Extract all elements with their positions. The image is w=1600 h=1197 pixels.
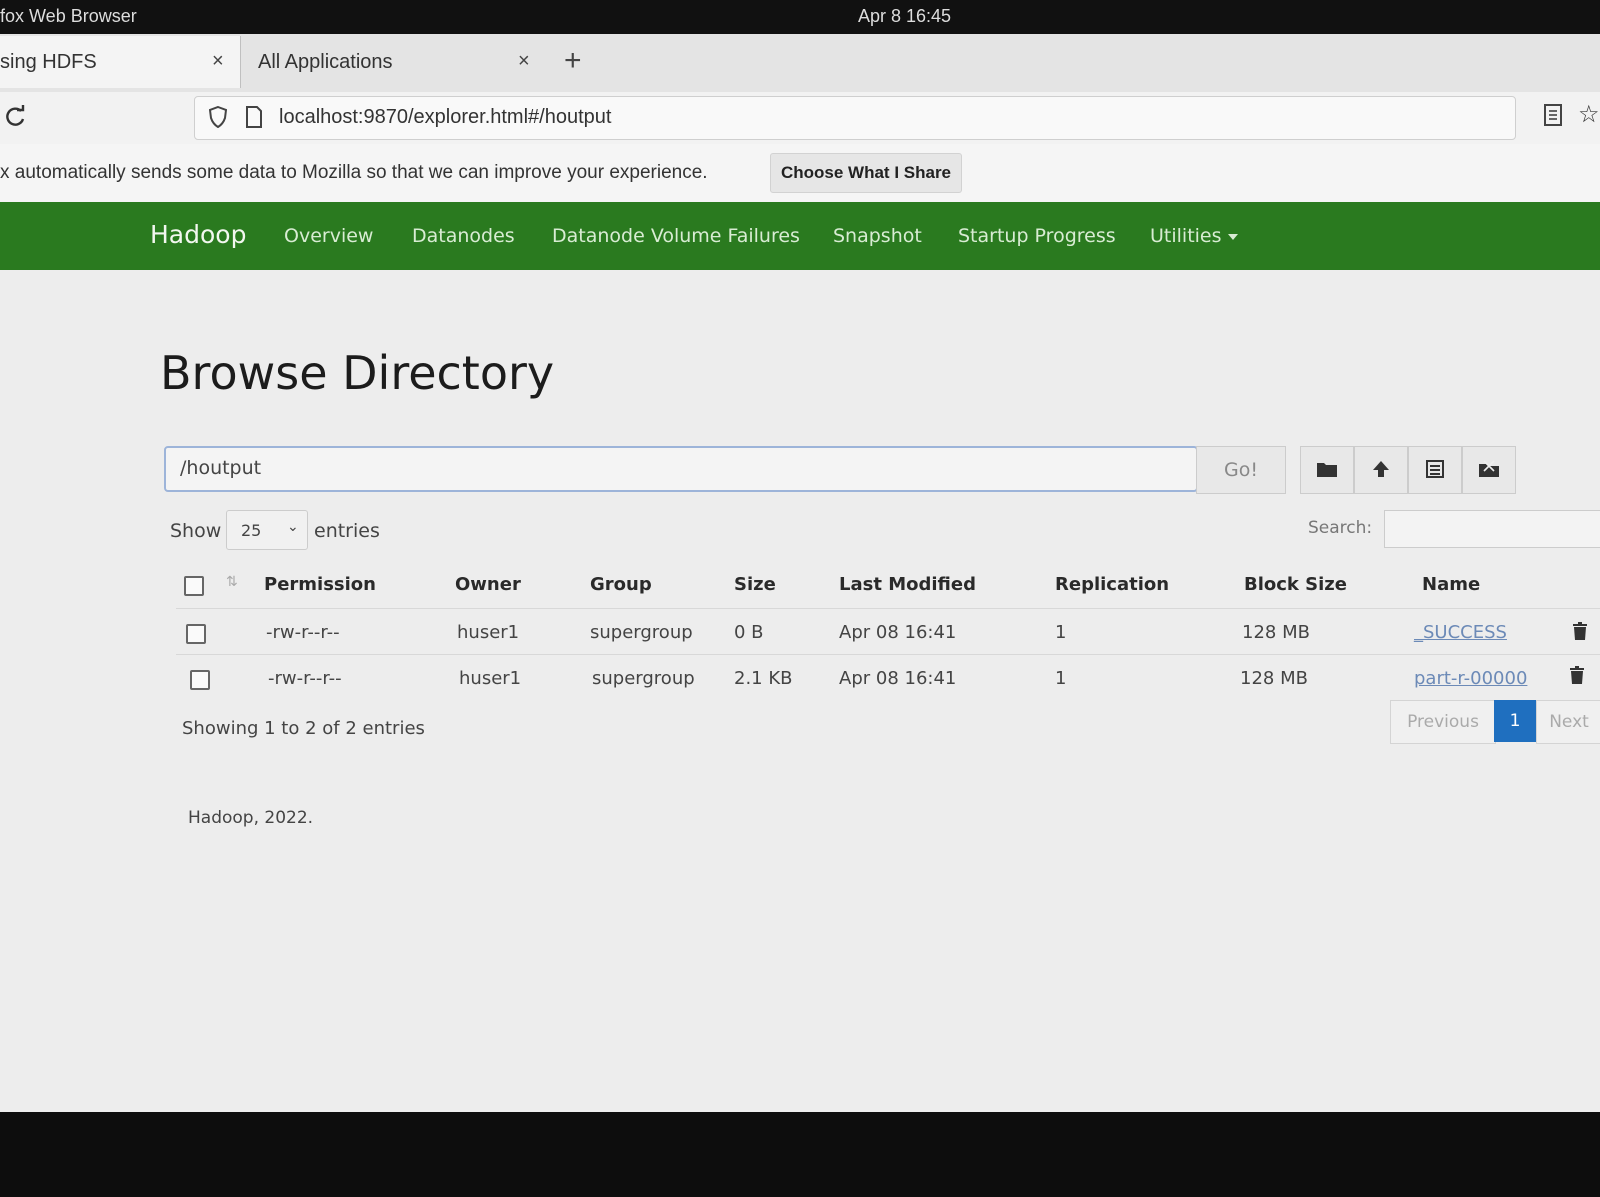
nav-overview[interactable]: Overview [284,225,373,247]
upload-files-button[interactable] [1354,446,1408,494]
page-title: Browse Directory [160,346,555,400]
system-clock[interactable]: Apr 8 16:45 [858,6,951,27]
address-bar[interactable]: localhost:9870/explorer.html#/houtput [194,96,1516,140]
cell-group: supergroup [592,668,695,689]
trash-icon[interactable] [1569,666,1585,684]
page-icon[interactable] [245,106,263,128]
show-label: Show [170,520,222,542]
cell-permission[interactable]: -rw-r--r-- [266,622,340,643]
nav-snapshot[interactable]: Snapshot [833,225,922,247]
url-text[interactable]: localhost:9870/explorer.html#/houtput [279,106,611,129]
column-header-replication[interactable]: Replication [1055,574,1169,595]
page-footer: Hadoop, 2022. [188,808,314,828]
bookmark-star-icon[interactable]: ☆ [1578,100,1600,128]
hadoop-navbar: Hadoop Overview Datanodes Datanode Volum… [0,202,1600,270]
active-app-name: fox Web Browser [0,6,137,26]
table-divider [176,608,1600,609]
entries-label: entries [314,520,380,542]
cell-group: supergroup [590,622,693,643]
cell-replication[interactable]: 1 [1055,622,1066,643]
sort-icon[interactable]: ⇅ [226,574,238,590]
tab-hdfs[interactable]: sing HDFS × [0,36,241,88]
shield-icon[interactable] [209,106,227,128]
nav-datanode-volume-failures[interactable]: Datanode Volume Failures [552,225,800,247]
table-info: Showing 1 to 2 of 2 entries [182,718,425,739]
next-page-button[interactable]: Next [1536,700,1600,744]
cell-size: 0 B [734,622,764,643]
notification-message: x automatically sends some data to Mozil… [0,162,708,183]
cell-last-modified: Apr 08 16:41 [839,668,957,689]
page-content: Browse Directory /houtput Go! Show 25 ⌄ … [0,270,1600,1112]
dropdown-caret-icon [1227,233,1238,240]
cell-permission[interactable]: -rw-r--r-- [268,668,342,689]
trash-icon[interactable] [1572,622,1588,640]
page-1-button[interactable]: 1 [1494,700,1536,742]
cell-block-size: 128 MB [1242,622,1310,643]
tab-all-applications[interactable]: All Applications × [242,36,542,88]
path-value: /houtput [180,457,262,479]
cell-last-modified: Apr 08 16:41 [839,622,957,643]
reload-icon[interactable] [2,104,28,130]
cell-owner: huser1 [457,622,520,643]
directory-path-input[interactable]: /houtput [164,446,1198,492]
cut-paste-icon [1426,460,1444,478]
create-folder-icon [1317,463,1337,477]
select-all-checkbox[interactable] [184,576,204,596]
tab-strip: sing HDFS × All Applications × + [0,34,1600,93]
column-header-owner[interactable]: Owner [455,574,521,595]
entries-per-page-select[interactable]: 25 ⌄ [226,510,308,550]
browser-toolbar: localhost:9870/explorer.html#/houtput ☆ [0,92,1600,145]
cell-replication[interactable]: 1 [1055,668,1066,689]
column-header-size[interactable]: Size [734,574,776,595]
file-name-link[interactable]: _SUCCESS [1414,622,1507,643]
cell-block-size: 128 MB [1240,668,1308,689]
tab-label: All Applications [258,51,393,73]
search-input[interactable] [1384,510,1600,548]
previous-page-button[interactable]: Previous [1390,700,1496,744]
create-folder-button[interactable] [1300,446,1354,494]
row-checkbox[interactable] [190,670,210,690]
upload-icon [1373,461,1389,477]
table-divider [176,654,1600,655]
cell-owner: huser1 [459,668,522,689]
nav-utilities-dropdown[interactable]: Utilities [1150,225,1238,247]
nav-startup-progress[interactable]: Startup Progress [958,225,1116,247]
row-checkbox[interactable] [186,624,206,644]
os-top-bar: fox Web Browser Apr 8 16:45 [0,0,1600,34]
hadoop-brand[interactable]: Hadoop [150,220,246,249]
browser-window: sing HDFS × All Applications × + localho… [0,34,1600,1112]
column-header-permission[interactable]: Permission [264,574,376,595]
column-header-block-size[interactable]: Block Size [1244,574,1347,595]
delete-folder-icon [1479,460,1499,477]
nav-utilities-label: Utilities [1150,225,1222,247]
chevron-down-icon: ⌄ [287,519,299,535]
new-tab-button[interactable]: + [564,44,582,78]
search-label: Search: [1308,518,1373,538]
reader-view-icon[interactable] [1544,104,1562,126]
choose-what-i-share-button[interactable]: Choose What I Share [770,153,962,193]
go-button[interactable]: Go! [1196,446,1286,494]
close-tab-icon[interactable]: × [212,50,224,73]
telemetry-notification-bar: x automatically sends some data to Mozil… [0,144,1600,203]
column-header-last-modified[interactable]: Last Modified [839,574,976,595]
delete-folder-button[interactable] [1462,446,1516,494]
tab-label: sing HDFS [0,51,97,73]
column-header-name[interactable]: Name [1422,574,1480,595]
cut-paste-button[interactable] [1408,446,1462,494]
nav-datanodes[interactable]: Datanodes [412,225,515,247]
column-header-group[interactable]: Group [590,574,652,595]
entries-select-value: 25 [241,521,262,540]
close-tab-icon[interactable]: × [518,50,530,73]
file-name-link[interactable]: part-r-00000 [1414,668,1527,689]
cell-size: 2.1 KB [734,668,793,689]
